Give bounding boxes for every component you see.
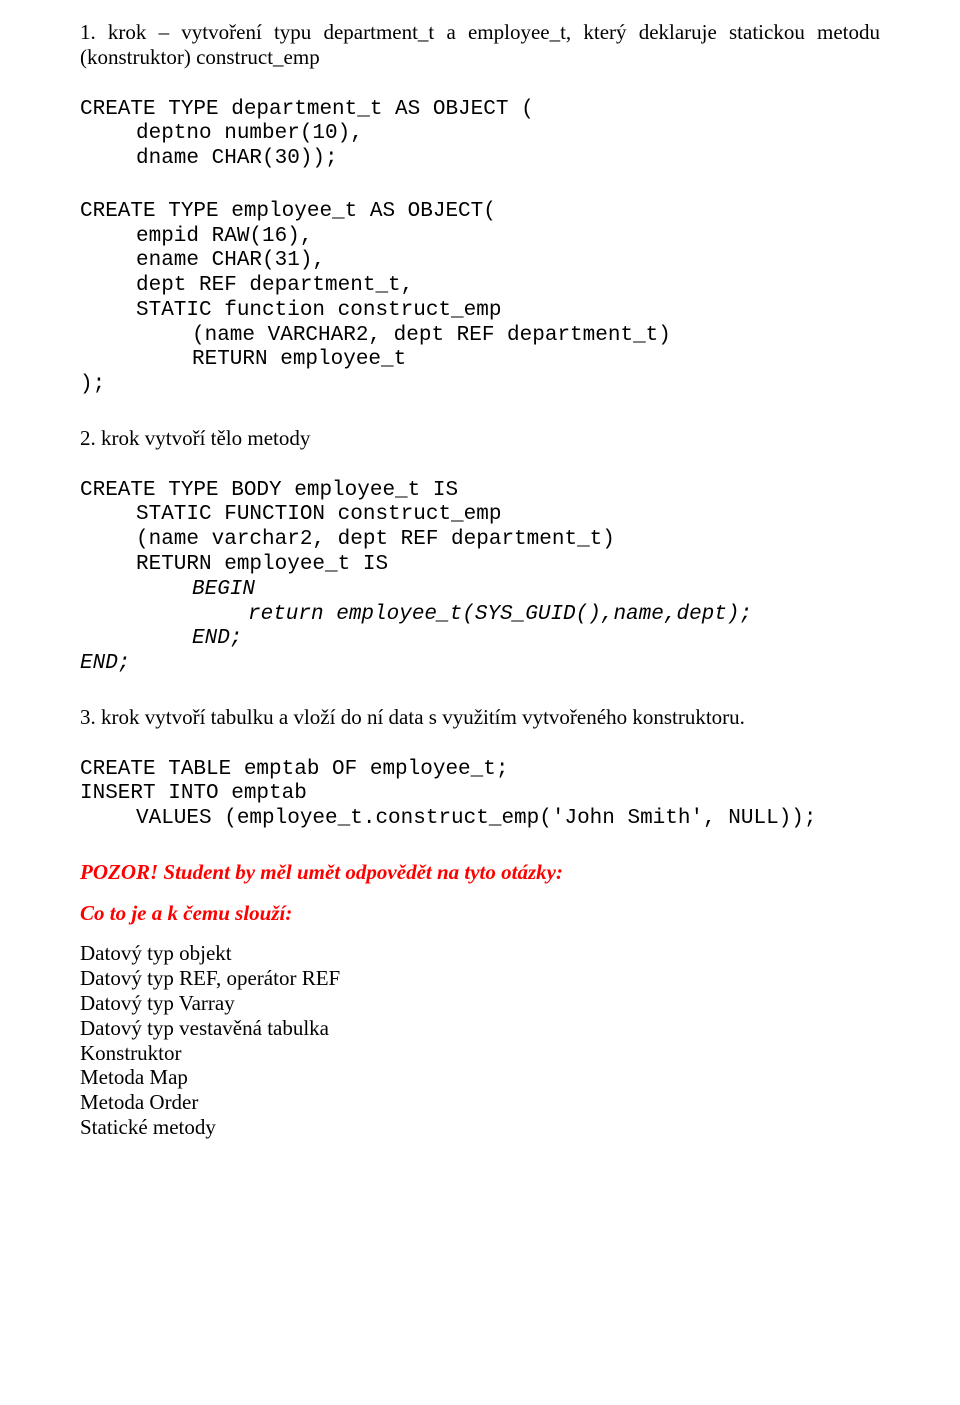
step3-intro: 3. krok vytvoří tabulku a vloží do ní da… (80, 705, 880, 730)
code-line: CREATE TYPE department_t AS OBJECT ( (80, 98, 534, 121)
code-line: CREATE TYPE employee_t AS OBJECT( (80, 200, 496, 223)
list-item: Datový typ Varray (80, 991, 880, 1016)
list-item: Datový typ objekt (80, 941, 880, 966)
list-item: Datový typ vestavěná tabulka (80, 1016, 880, 1041)
code-line: END; (80, 652, 130, 675)
code-line: RETURN employee_t (80, 348, 880, 373)
list-item: Metoda Order (80, 1090, 880, 1115)
code-line: END; (80, 627, 880, 652)
code-line: CREATE TYPE BODY employee_t IS (80, 479, 458, 502)
step2-code-block: CREATE TYPE BODY employee_t IS STATIC FU… (80, 479, 880, 677)
code-line: STATIC FUNCTION construct_emp (80, 503, 880, 528)
code-line: dname CHAR(30)); (80, 147, 880, 172)
code-line: return employee_t(SYS_GUID(),name,dept); (80, 603, 880, 628)
code-line: empid RAW(16), (80, 225, 880, 250)
list-item: Datový typ REF, operátor REF (80, 966, 880, 991)
code-line: ename CHAR(31), (80, 249, 880, 274)
step1-intro: 1. krok – vytvoření typu department_t a … (80, 20, 880, 70)
code-line: RETURN employee_t IS (80, 553, 880, 578)
code-line: (name VARCHAR2, dept REF department_t) (80, 324, 880, 349)
step1-code-block-b: CREATE TYPE employee_t AS OBJECT( empid … (80, 200, 880, 398)
code-line: deptno number(10), (80, 122, 880, 147)
code-line: dept REF department_t, (80, 274, 880, 299)
list-item: Konstruktor (80, 1041, 880, 1066)
list-item: Statické metody (80, 1115, 880, 1140)
code-line: INSERT INTO emptab (80, 782, 307, 805)
questions-list: Datový typ objekt Datový typ REF, operát… (80, 941, 880, 1139)
code-line: STATIC function construct_emp (80, 299, 880, 324)
code-line: ); (80, 373, 105, 396)
list-item: Metoda Map (80, 1065, 880, 1090)
step1-code-block-a: CREATE TYPE department_t AS OBJECT ( dep… (80, 98, 880, 172)
step3-code-block: CREATE TABLE emptab OF employee_t; INSER… (80, 758, 880, 832)
questions-heading: POZOR! Student by měl umět odpovědět na … (80, 860, 880, 885)
questions-subheading: Co to je a k čemu slouží: (80, 901, 880, 926)
code-line: BEGIN (80, 578, 880, 603)
code-line: (name varchar2, dept REF department_t) (80, 528, 880, 553)
code-line: VALUES (employee_t.construct_emp('John S… (80, 807, 880, 832)
step2-intro: 2. krok vytvoří tělo metody (80, 426, 880, 451)
code-line: CREATE TABLE emptab OF employee_t; (80, 758, 508, 781)
